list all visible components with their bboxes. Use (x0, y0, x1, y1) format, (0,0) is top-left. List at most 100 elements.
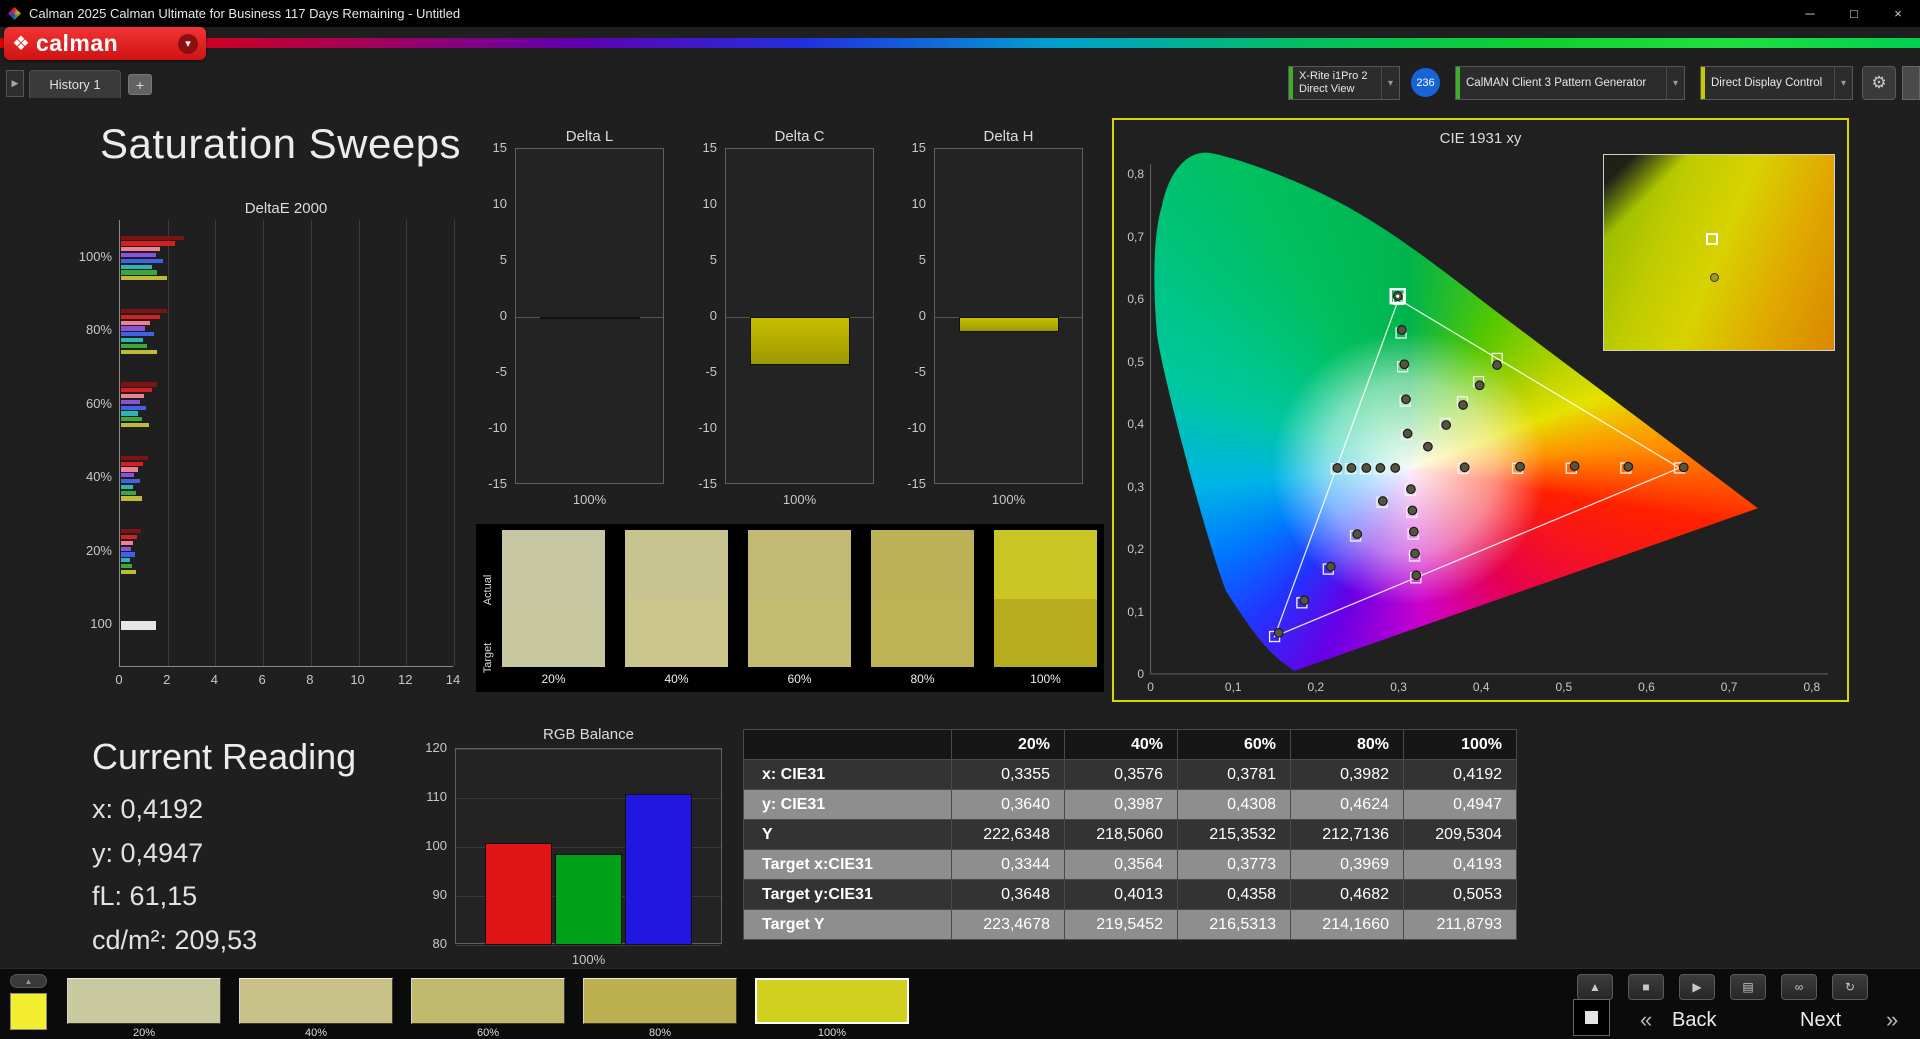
saturation-swatch-40%[interactable] (239, 978, 393, 1024)
table-row: x: CIE310,33550,35760,37810,39820,4192 (744, 760, 1517, 790)
green-measured-marker (1403, 429, 1412, 438)
cie-y-tick: 0,5 (1114, 355, 1144, 369)
group-label: 80% (30, 322, 112, 337)
reading-x: x: 0,4192 (92, 788, 257, 832)
chevron-down-icon[interactable]: ▾ (1834, 67, 1852, 99)
value-cell: 0,3987 (1065, 790, 1178, 820)
swatch-column-label: 80% (871, 672, 974, 686)
deltae-bar (121, 326, 145, 330)
value-cell: 214,1660 (1291, 910, 1404, 940)
deltae-bar (121, 423, 149, 427)
history-nav-button[interactable]: ▶ (6, 70, 24, 97)
value-cell: 0,4947 (1404, 790, 1517, 820)
next-chevron-icon[interactable]: » (1886, 1007, 1898, 1033)
y-tick-label: 80 (403, 936, 447, 951)
deltae-bar (121, 467, 138, 471)
y-tick-label: -15 (463, 476, 507, 491)
value-cell: 0,3355 (952, 760, 1065, 790)
y-tick-label: -15 (882, 476, 926, 491)
row-label: x: CIE31 (744, 760, 952, 790)
add-tab-button[interactable]: + (128, 74, 152, 95)
pattern-preview[interactable] (1573, 999, 1610, 1036)
target-row-label: Target (482, 610, 494, 706)
pattern-preview-square (1585, 1011, 1598, 1024)
deltae-bar (121, 321, 150, 325)
table-row: Y222,6348218,5060215,3532212,7136209,530… (744, 820, 1517, 850)
reading-y: y: 0,4947 (92, 832, 257, 876)
cie-y-tick: 0,2 (1114, 542, 1144, 556)
inset-measured-marker (1710, 273, 1719, 282)
column-header: 60% (1178, 730, 1291, 760)
settings-gear-button[interactable]: ⚙ (1862, 66, 1896, 100)
meter-dropdown[interactable]: X-Rite i1Pro 2 Direct View ▾ (1288, 66, 1400, 100)
eject-icon[interactable]: ▲ (1577, 974, 1613, 1000)
deltae-bar (121, 276, 167, 280)
cie-x-tick: 0,6 (1629, 680, 1665, 694)
minimize-button[interactable]: ─ (1788, 0, 1832, 27)
value-cell: 0,5053 (1404, 880, 1517, 910)
value-cell: 0,3344 (952, 850, 1065, 880)
y-tick-label: 10 (463, 196, 507, 211)
x-category-label: 100% (455, 952, 722, 967)
y-tick-label: 10 (673, 196, 717, 211)
saturation-swatch-60%[interactable] (411, 978, 565, 1024)
saturation-swatch-20%[interactable] (67, 978, 221, 1024)
deltae2000-chart-title: DeltaE 2000 (119, 200, 453, 217)
target-swatch (748, 599, 851, 668)
red-measured-marker (1460, 463, 1469, 472)
deltae-bar (121, 552, 135, 556)
close-button[interactable]: × (1876, 0, 1920, 27)
display-control-label: Direct Display Control (1705, 77, 1828, 89)
cie-y-tick: 0,7 (1114, 230, 1144, 244)
calman-app: Calman 2025 Calman Ultimate for Business… (0, 0, 1920, 1039)
red-measured-marker (1679, 463, 1688, 472)
yellow-measured-marker (1459, 401, 1468, 410)
delta-h-chart (934, 148, 1083, 484)
side-panel-button[interactable] (1902, 66, 1920, 100)
saturation-swatch-80%[interactable] (583, 978, 737, 1024)
stop-icon[interactable]: ■ (1628, 974, 1664, 1000)
meter-mode: Direct View (1299, 83, 1367, 96)
tab-history-1[interactable]: History 1 (29, 70, 121, 98)
deltae2000-chart (119, 220, 453, 667)
delta-h-title: Delta H (934, 128, 1083, 145)
back-chevron-icon[interactable]: « (1640, 1007, 1652, 1033)
gridline (215, 220, 216, 666)
restore-button[interactable]: □ (1832, 0, 1876, 27)
calman-logo-text: calman (36, 32, 118, 55)
rgb-balance-title: RGB Balance (455, 726, 722, 743)
play-icon[interactable]: ▶ (1679, 974, 1715, 1000)
logo-menu-chevron-icon[interactable]: ▾ (178, 34, 198, 54)
swatch-column-label: 100% (994, 672, 1097, 686)
x-category-label: 100% (515, 492, 664, 507)
deltae-bar (121, 558, 130, 562)
gridline (456, 749, 721, 750)
back-button[interactable]: Back (1672, 1009, 1716, 1032)
column-header: 80% (1291, 730, 1404, 760)
y-tick-label: -10 (882, 420, 926, 435)
x-tick-label: 14 (438, 672, 468, 687)
swatch-column-label: 20% (502, 672, 605, 686)
deltae-bar (121, 270, 157, 274)
cie-y-tick: 0,8 (1114, 167, 1144, 181)
calman-diamond-icon: ❖ (12, 34, 30, 54)
calman-logo[interactable]: ❖ calman ▾ (4, 27, 206, 60)
save-icon[interactable]: ▤ (1730, 974, 1766, 1000)
refresh-icon[interactable]: ↻ (1832, 974, 1868, 1000)
pattern-generator-label: CalMAN Client 3 Pattern Generator (1460, 77, 1652, 89)
value-cell: 212,7136 (1291, 820, 1404, 850)
deltae-bar (121, 456, 148, 460)
chevron-down-icon[interactable]: ▾ (1381, 67, 1399, 99)
x-tick-label: 8 (295, 672, 325, 687)
reading-fl: fL: 61,15 (92, 875, 257, 919)
next-button[interactable]: Next (1800, 1009, 1841, 1032)
pattern-generator-dropdown[interactable]: CalMAN Client 3 Pattern Generator ▾ (1455, 66, 1685, 100)
deltae-bar (121, 535, 137, 539)
link-icon[interactable]: ∞ (1781, 974, 1817, 1000)
display-control-dropdown[interactable]: Direct Display Control ▾ (1700, 66, 1853, 100)
collapse-panel-button[interactable]: ▲ (10, 974, 47, 988)
saturation-swatch-100%[interactable] (755, 978, 909, 1024)
chevron-down-icon[interactable]: ▾ (1666, 67, 1684, 99)
row-label: Y (744, 820, 952, 850)
value-cell: 0,3969 (1291, 850, 1404, 880)
